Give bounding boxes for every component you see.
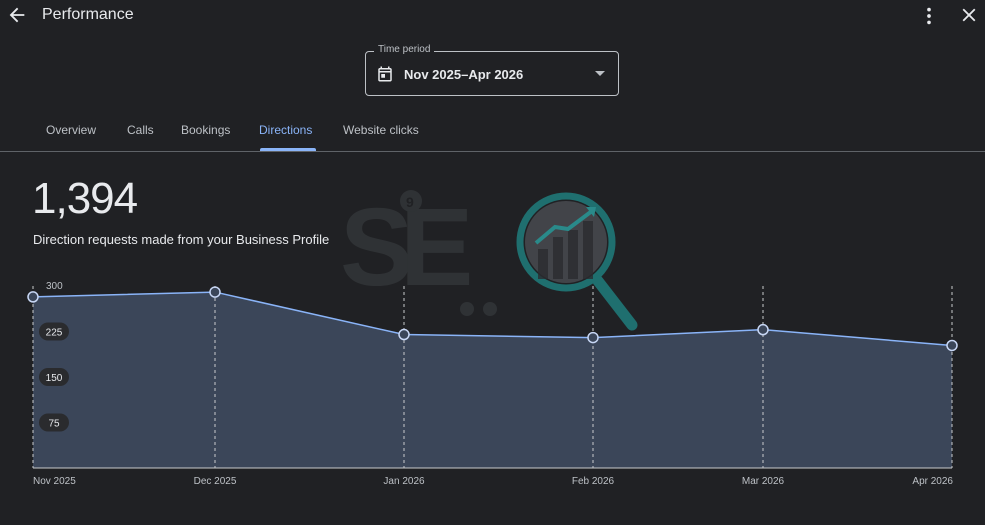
seo-watermark-logo: S E 9 [340,186,638,331]
x-tick-label: Mar 2026 [742,476,785,487]
chart-point [27,291,39,303]
svg-text:9: 9 [406,194,414,210]
x-tick-label: Jan 2026 [383,476,425,487]
y-tick-label: 300 [46,281,63,292]
x-tick-label: Apr 2026 [912,476,953,487]
x-tick-label: Feb 2026 [572,476,615,487]
y-tick-label: 75 [48,419,60,430]
chart-point [946,339,958,352]
chart-point [209,286,221,298]
y-tick-label: 225 [46,328,63,339]
x-tick-label: Nov 2025 [33,476,76,487]
chart-point [757,323,769,336]
x-tick-label: Dec 2025 [194,476,237,487]
y-tick-label: 150 [46,373,63,384]
